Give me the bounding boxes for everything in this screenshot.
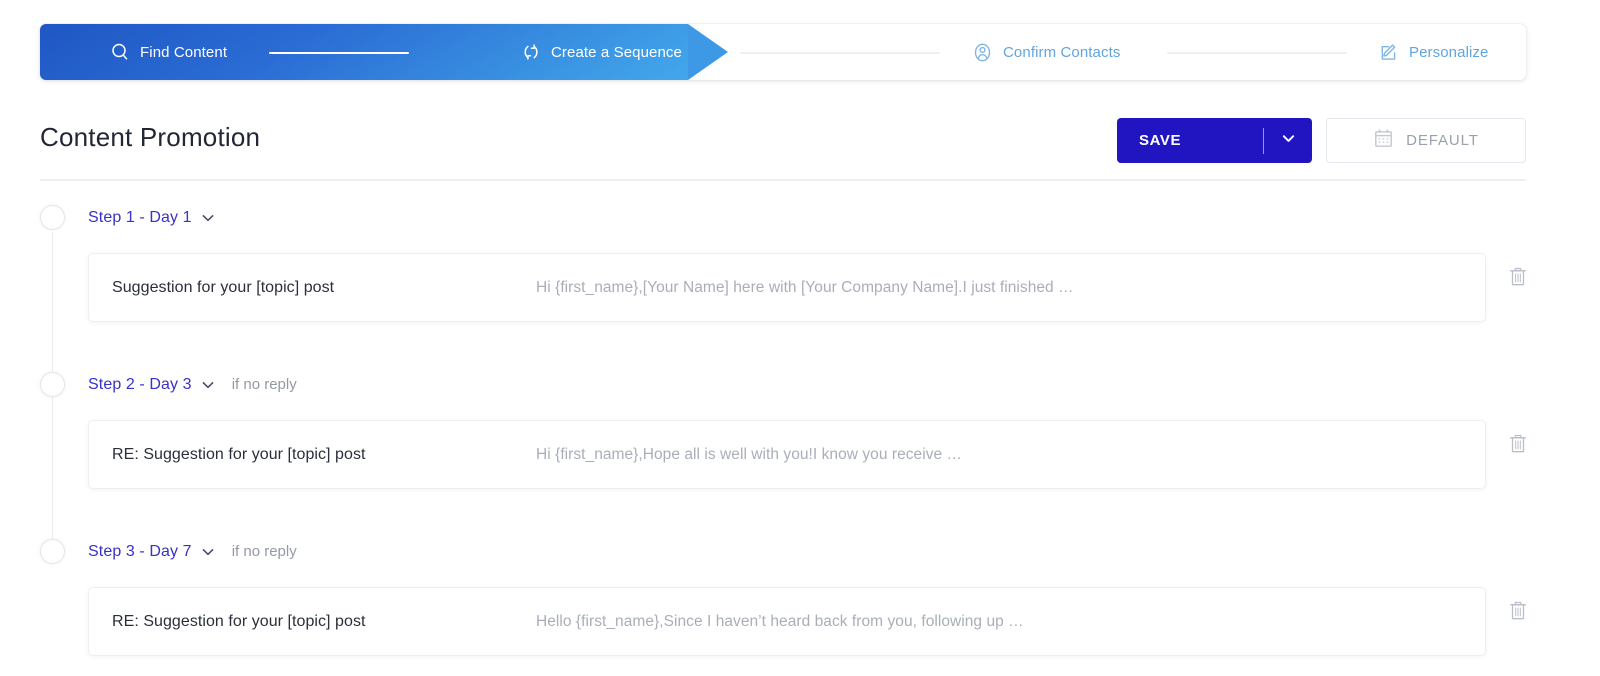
stepper-item-label: Confirm Contacts xyxy=(1003,43,1121,61)
step-heading-label[interactable]: Step 2 - Day 3 xyxy=(88,376,192,394)
stepper-active-arrow xyxy=(688,24,728,80)
sequence-builder-page: Find Content Create a Sequence Confirm C… xyxy=(0,0,1600,676)
stepper-item-label: Personalize xyxy=(1409,43,1489,61)
step-condition-label: if no reply xyxy=(231,543,297,560)
step-heading: Step 2 - Day 3 if no reply xyxy=(88,372,297,397)
save-dropdown-toggle[interactable] xyxy=(1264,130,1312,152)
user-circle-icon xyxy=(972,42,993,63)
step-node-circle[interactable] xyxy=(40,539,65,564)
step-condition-label: if no reply xyxy=(231,376,297,393)
email-preview: Hello {first_name},Since I haven’t heard… xyxy=(536,612,1024,630)
stepper-connector-2 xyxy=(740,52,940,54)
trash-icon xyxy=(1508,600,1528,626)
stepper-item-find-content[interactable]: Find Content xyxy=(110,24,227,80)
trash-icon xyxy=(1508,433,1528,459)
default-template-label: DEFAULT xyxy=(1406,132,1479,149)
chevron-down-icon[interactable] xyxy=(200,544,216,560)
chevron-down-icon xyxy=(1280,130,1297,152)
email-card[interactable]: Suggestion for your [topic] post Hi {fir… xyxy=(88,253,1486,322)
stepper-item-label: Find Content xyxy=(140,43,228,61)
step-node-circle[interactable] xyxy=(40,372,65,397)
search-icon xyxy=(110,42,130,62)
workflow-stepper: Find Content Create a Sequence Confirm C… xyxy=(40,24,1526,80)
step-heading: Step 3 - Day 7 if no reply xyxy=(88,539,297,564)
header-divider xyxy=(40,179,1526,181)
trash-icon xyxy=(1508,266,1528,292)
stepper-item-create-a-sequence[interactable]: Create a Sequence xyxy=(521,24,682,80)
email-card[interactable]: RE: Suggestion for your [topic] post Hi … xyxy=(88,420,1486,489)
stepper-item-label: Create a Sequence xyxy=(551,43,682,61)
email-preview: Hi {first_name},Hope all is well with yo… xyxy=(536,445,963,463)
delete-step-button[interactable] xyxy=(1506,601,1530,625)
step-heading-label[interactable]: Step 1 - Day 1 xyxy=(88,209,192,227)
page-title: Content Promotion xyxy=(40,122,261,152)
save-button-label: SAVE xyxy=(1139,132,1182,149)
delete-step-button[interactable] xyxy=(1506,434,1530,458)
stepper-connector-3 xyxy=(1167,52,1347,54)
save-button[interactable]: SAVE xyxy=(1117,118,1312,163)
email-preview: Hi {first_name},[Your Name] here with [Y… xyxy=(536,278,1074,296)
calendar-icon xyxy=(1373,128,1394,154)
delete-step-button[interactable] xyxy=(1506,267,1530,291)
stepper-item-confirm-contacts[interactable]: Confirm Contacts xyxy=(972,24,1120,80)
email-subject: Suggestion for your [topic] post xyxy=(112,278,335,296)
email-subject: RE: Suggestion for your [topic] post xyxy=(112,612,366,630)
edit-square-icon xyxy=(1378,42,1399,63)
step-heading-label[interactable]: Step 3 - Day 7 xyxy=(88,543,192,561)
chevron-down-icon[interactable] xyxy=(200,210,216,226)
stepper-connector-1 xyxy=(269,52,409,54)
email-card[interactable]: RE: Suggestion for your [topic] post Hel… xyxy=(88,587,1486,656)
stepper-item-personalize[interactable]: Personalize xyxy=(1378,24,1488,80)
email-subject: RE: Suggestion for your [topic] post xyxy=(112,445,366,463)
refresh-icon xyxy=(521,42,541,62)
page-header: Content Promotion SAVE DEFAULT xyxy=(40,118,1526,164)
chevron-down-icon[interactable] xyxy=(200,377,216,393)
step-node-circle[interactable] xyxy=(40,205,65,230)
step-heading: Step 1 - Day 1 xyxy=(88,205,232,230)
default-template-button[interactable]: DEFAULT xyxy=(1326,118,1526,163)
